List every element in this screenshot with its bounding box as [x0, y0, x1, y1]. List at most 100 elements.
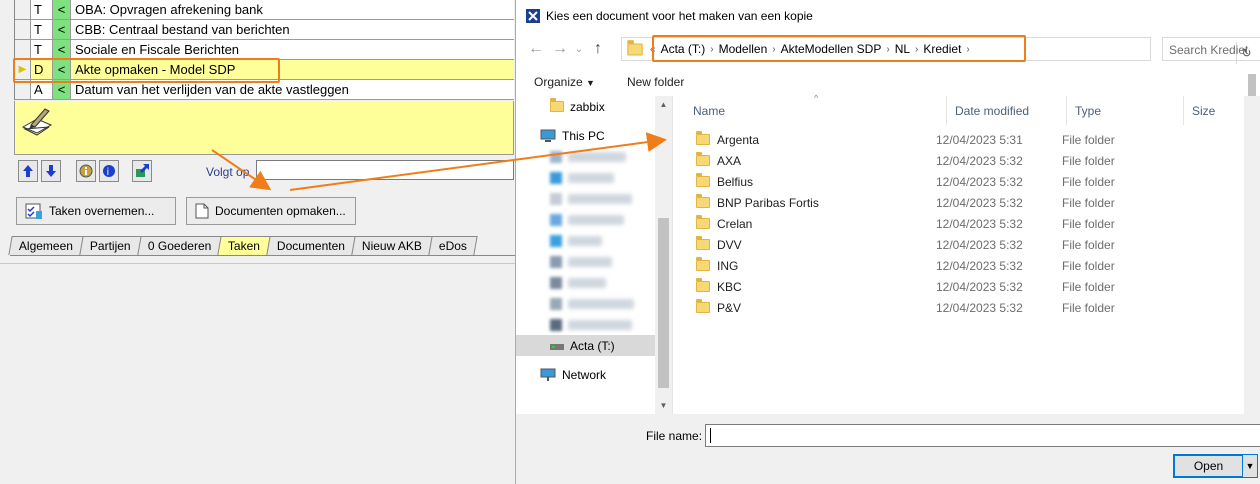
task-description: Sociale en Fiscale Berichten [75, 42, 240, 57]
recent-dropdown-icon[interactable]: ⌄ [572, 44, 586, 55]
address-bar[interactable]: « Acta (T:) › Modellen › AkteModellen SDP ›… [621, 37, 1252, 64]
back-arrow-icon[interactable]: ← [524, 40, 548, 58]
file-row[interactable]: Crelan 12/04/2023 5:32 File folder [676, 213, 1260, 234]
tab-partijen[interactable]: Partijen [79, 236, 142, 255]
row-indicator [15, 20, 31, 39]
info-settings-button[interactable]: i [99, 160, 119, 182]
breadcrumb-aktemodellen[interactable]: AkteModellen SDP [776, 42, 887, 56]
dialog-nav-bar: ← → ⌄ ↑ « Acta (T:) › Modellen › AkteModel… [516, 34, 1260, 64]
task-row-selected[interactable]: ▶ D < Akte opmaken - Model SDP [15, 60, 514, 80]
folder-icon [696, 131, 710, 145]
folder-icon [696, 194, 710, 208]
nav-item-redacted[interactable] [516, 251, 672, 272]
organize-button[interactable]: Organize ▼ [534, 75, 595, 89]
dialog-titlebar[interactable]: Kies een document voor het maken van een… [516, 0, 1260, 32]
nav-scrollbar[interactable]: ▲ ▼ [655, 96, 672, 414]
scroll-down-icon[interactable]: ▼ [655, 401, 672, 410]
network-drive-icon [550, 343, 564, 350]
row-indicator [15, 80, 31, 99]
task-note-area[interactable] [14, 101, 514, 155]
chevron-down-icon: ▼ [586, 78, 595, 88]
move-down-button[interactable] [41, 160, 61, 182]
row-indicator [15, 40, 31, 59]
file-row[interactable]: P&V 12/04/2023 5:32 File folder [676, 297, 1260, 318]
open-dropdown-icon[interactable]: ▼ [1242, 454, 1258, 478]
tasks-checklist-icon [25, 203, 42, 219]
nav-item-redacted[interactable] [516, 230, 672, 251]
column-name[interactable]: Name [676, 96, 947, 125]
file-list: ^ Name Date modified Type Size Argenta 12… [676, 74, 1260, 414]
task-marker: < [53, 40, 71, 59]
app-separator [0, 258, 515, 264]
new-folder-button[interactable]: New folder [627, 75, 684, 89]
nav-item-this-pc[interactable]: This PC [516, 125, 672, 146]
file-row[interactable]: Belfius 12/04/2023 5:32 File folder [676, 171, 1260, 192]
up-arrow-icon[interactable]: ↑ [586, 40, 610, 58]
file-row[interactable]: DVV 12/04/2023 5:32 File folder [676, 234, 1260, 255]
column-headers: Name Date modified Type Size [676, 96, 1260, 126]
file-name-input[interactable] [705, 424, 1260, 447]
volgt-op-label: Volgt op [206, 165, 250, 179]
tab-goederen[interactable]: 0 Goederen [137, 236, 222, 255]
move-up-button[interactable] [18, 160, 38, 182]
nav-scroll-thumb[interactable] [658, 218, 669, 388]
open-button[interactable]: Open [1173, 454, 1244, 478]
breadcrumb-krediet[interactable]: Krediet [918, 42, 966, 56]
nav-item-network[interactable]: Network [516, 364, 672, 385]
nav-item-redacted[interactable] [516, 314, 672, 335]
nav-item-redacted[interactable] [516, 188, 672, 209]
breadcrumb-chevron-icon[interactable]: › [966, 44, 969, 55]
nav-item-acta-drive[interactable]: Acta (T:) [516, 335, 672, 356]
task-row[interactable]: T < OBA: Opvragen afrekening bank [15, 0, 514, 20]
nav-item-zabbix[interactable]: zabbix [516, 96, 672, 117]
nav-item-redacted[interactable] [516, 293, 672, 314]
tab-nieuw-akb[interactable]: Nieuw AKB [351, 236, 433, 255]
network-icon [540, 368, 556, 381]
taken-overnemen-button[interactable]: Taken overnemen... [16, 197, 176, 225]
dialog-app-icon [526, 9, 540, 23]
forward-arrow-icon[interactable]: → [548, 40, 572, 58]
scroll-up-icon[interactable]: ▲ [655, 100, 672, 109]
tab-documenten[interactable]: Documenten [266, 236, 356, 255]
column-date-modified[interactable]: Date modified [947, 96, 1067, 125]
task-marker: < [53, 60, 71, 79]
task-nav-buttons: i [18, 160, 152, 182]
file-name-label: File name: [646, 429, 703, 443]
column-size[interactable]: Size [1184, 96, 1244, 125]
file-row[interactable]: BNP Paribas Fortis 12/04/2023 5:32 File fo… [676, 192, 1260, 213]
file-row[interactable]: KBC 12/04/2023 5:32 File folder [676, 276, 1260, 297]
file-row[interactable]: AXA 12/04/2023 5:32 File folder [676, 150, 1260, 171]
search-input[interactable]: Search Krediet [1162, 37, 1260, 61]
tab-algemeen[interactable]: Algemeen [8, 236, 84, 255]
file-row[interactable]: Argenta 12/04/2023 5:31 File folder [676, 129, 1260, 150]
breadcrumb-modellen[interactable]: Modellen [714, 42, 773, 56]
breadcrumb-nl[interactable]: NL [890, 42, 915, 56]
task-row[interactable]: T < CBB: Centraal bestand van berichten [15, 20, 514, 40]
task-marker: < [53, 80, 71, 99]
tab-edos[interactable]: eDos [428, 236, 478, 255]
volgt-op-field[interactable] [256, 160, 514, 180]
header-scroll-thumb[interactable] [1248, 74, 1256, 96]
breadcrumb-acta[interactable]: Acta (T:) [656, 42, 711, 56]
info-button[interactable] [76, 160, 96, 182]
documenten-opmaken-label: Documenten opmaken... [215, 204, 346, 218]
task-row[interactable]: T < Sociale en Fiscale Berichten [15, 40, 514, 60]
nav-item-redacted[interactable] [516, 209, 672, 230]
task-description: OBA: Opvragen afrekening bank [75, 2, 263, 17]
documenten-opmaken-button[interactable]: Documenten opmaken... [186, 197, 356, 225]
nav-item-redacted[interactable] [516, 167, 672, 188]
file-list-scrollbar[interactable] [1244, 74, 1260, 414]
arrow-down-icon [46, 165, 56, 177]
folder-icon [696, 215, 710, 229]
file-row[interactable]: ING 12/04/2023 5:32 File folder [676, 255, 1260, 276]
folder-icon [696, 257, 710, 271]
column-type[interactable]: Type [1067, 96, 1184, 125]
tab-taken[interactable]: Taken [217, 236, 271, 255]
nav-item-redacted[interactable] [516, 146, 672, 167]
task-grid: T < OBA: Opvragen afrekening bank T < CB… [14, 0, 514, 100]
export-button[interactable] [132, 160, 152, 182]
task-marker: < [53, 20, 71, 39]
nav-item-redacted[interactable] [516, 272, 672, 293]
task-row[interactable]: A < Datum van het verlijden van de akte … [15, 80, 514, 100]
computer-icon [540, 129, 556, 142]
